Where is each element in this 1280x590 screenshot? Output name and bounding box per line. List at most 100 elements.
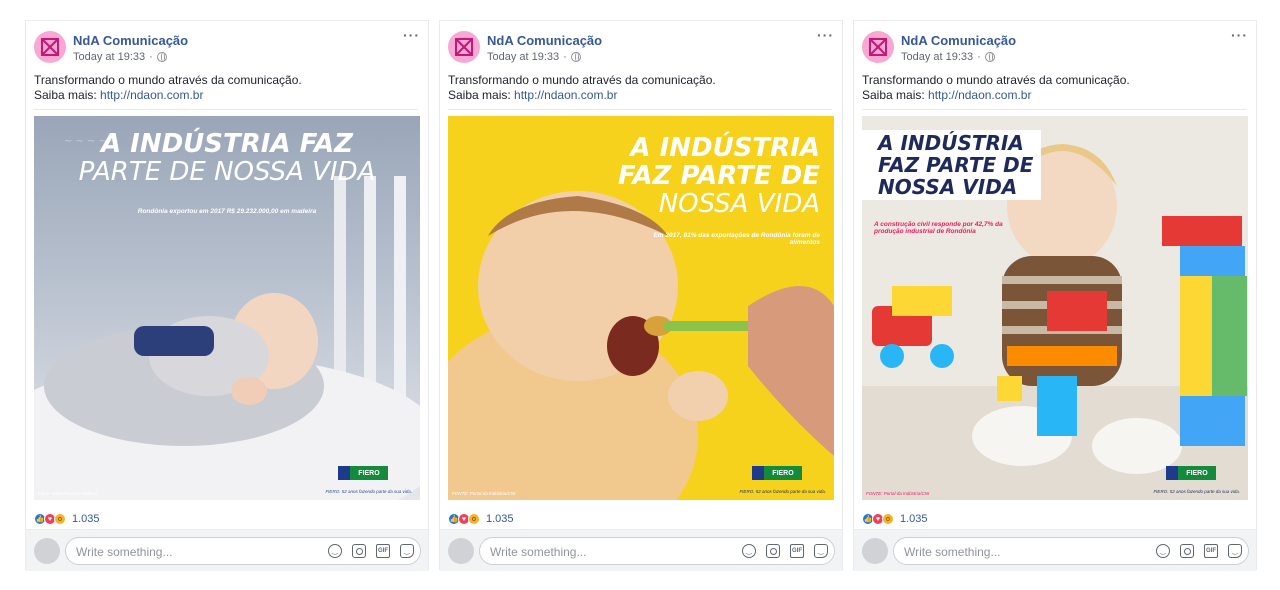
globe-icon <box>570 52 581 62</box>
post-text-line: Transformando o mundo através da comunic… <box>34 73 302 87</box>
post-text-line: Transformando o mundo através da comunic… <box>448 73 716 87</box>
comment-box[interactable]: ‿ GIF ‿ <box>65 537 421 565</box>
post-text-prefix: Saiba mais: <box>862 88 925 102</box>
post-text-prefix: Saiba mais: <box>448 88 511 102</box>
headline-line: A INDÚSTRIA <box>878 131 1024 155</box>
image-tagline: FIERO. 52 anos fazendo parte da sua vida… <box>1153 489 1240 494</box>
image-headline: A INDÚSTRIA FAZ PARTE DE NOSSA VIDA <box>34 130 420 186</box>
wow-icon: o <box>54 513 66 525</box>
camera-icon[interactable] <box>352 544 366 558</box>
user-avatar <box>34 538 60 564</box>
headline-line: PARTE DE NOSSA VIDA <box>78 157 376 187</box>
globe-icon <box>984 52 995 62</box>
post-link[interactable]: http://ndaon.com.br <box>514 88 617 102</box>
headline-line: NOSSA VIDA <box>658 189 820 219</box>
post-image[interactable]: ~ ~ ~ ~ ~ A INDÚSTRIA FAZ PARTE DE NOSSA… <box>34 116 420 500</box>
logo-label: FIERO <box>350 466 388 480</box>
post-image[interactable]: A INDÚSTRIA FAZ PARTE DE NOSSA VIDA Em 2… <box>448 116 834 500</box>
fiero-logo: FIERO <box>338 466 388 480</box>
emoji-icon[interactable]: ‿ <box>742 544 756 558</box>
page-avatar[interactable] <box>448 31 480 63</box>
reactions-bar[interactable]: 👍 ♥ o 1.035 <box>448 513 514 525</box>
divider <box>34 109 418 110</box>
post-meta: Today at 19:33 · <box>73 51 167 63</box>
camera-icon[interactable] <box>1180 544 1194 558</box>
post-text: Transformando o mundo através da comunic… <box>448 73 716 103</box>
comment-input[interactable] <box>76 545 316 559</box>
user-avatar <box>862 538 888 564</box>
page-name-link[interactable]: NdA Comunicação <box>901 33 1016 48</box>
reaction-count[interactable]: 1.035 <box>900 513 928 525</box>
page-logo-icon <box>455 38 473 56</box>
image-source: FONTE: Portal da Indústria/CNI <box>452 491 516 496</box>
post-image[interactable]: A INDÚSTRIA FAZ PARTE DE NOSSA VIDA A co… <box>862 116 1248 500</box>
post-meta: Today at 19:33 · <box>901 51 995 63</box>
page-avatar[interactable] <box>862 31 894 63</box>
reaction-count[interactable]: 1.035 <box>72 513 100 525</box>
image-tagline: FIERO. 52 anos fazendo parte da sua vida… <box>739 489 826 494</box>
image-source: Fonte: MDIC/Receita Federal <box>38 491 97 496</box>
reaction-count[interactable]: 1.035 <box>486 513 514 525</box>
sticker-icon[interactable]: ‿ <box>814 544 828 558</box>
post-timestamp[interactable]: Today at 19:33 <box>901 51 973 63</box>
post-text: Transformando o mundo através da comunic… <box>862 73 1130 103</box>
headline-line: FAZ PARTE DE <box>618 161 820 191</box>
post-card: NdA Comunicação Today at 19:33 · ··· Tra… <box>439 20 843 571</box>
headline-line: NOSSA VIDA <box>878 175 1018 199</box>
logo-label: FIERO <box>764 466 802 480</box>
image-source: FONTE: Portal da Indústria/CNI <box>866 491 930 496</box>
reactions-bar[interactable]: 👍 ♥ o 1.035 <box>862 513 928 525</box>
page-avatar[interactable] <box>34 31 66 63</box>
reactions-bar[interactable]: 👍 ♥ o 1.035 <box>34 513 100 525</box>
sticker-icon[interactable]: ‿ <box>400 544 414 558</box>
fiero-logo: FIERO <box>1166 466 1216 480</box>
post-card: NdA Comunicação Today at 19:33 · ··· Tra… <box>853 20 1257 571</box>
image-subtext: Rondônia exportou em 2017 R$ 29.232.000,… <box>137 208 317 215</box>
comment-composer: ‿ GIF ‿ <box>440 529 842 571</box>
post-timestamp[interactable]: Today at 19:33 <box>73 51 145 63</box>
emoji-icon[interactable]: ‿ <box>328 544 342 558</box>
page-logo-icon <box>869 38 887 56</box>
comment-composer: ‿ GIF ‿ <box>26 529 428 571</box>
headline-line: FAZ PARTE DE <box>878 153 1034 177</box>
image-tagline: FIERO. 52 anos fazendo parte da sua vida… <box>325 489 412 494</box>
image-subtext: A construção civil responde por 42,7% da… <box>874 221 1003 235</box>
sticker-icon[interactable]: ‿ <box>1228 544 1242 558</box>
post-meta: Today at 19:33 · <box>487 51 581 63</box>
comment-box[interactable]: ‿ GIF ‿ <box>893 537 1249 565</box>
comment-box[interactable]: ‿ GIF ‿ <box>479 537 835 565</box>
comment-composer: ‿ GIF ‿ <box>854 529 1256 571</box>
image-headline: A INDÚSTRIA FAZ PARTE DE NOSSA VIDA <box>862 130 1042 200</box>
logo-label: FIERO <box>1178 466 1216 480</box>
post-timestamp[interactable]: Today at 19:33 <box>487 51 559 63</box>
page-name-link[interactable]: NdA Comunicação <box>73 33 188 48</box>
headline-line: A INDÚSTRIA FAZ <box>100 129 353 159</box>
gif-icon[interactable]: GIF <box>376 544 390 558</box>
more-icon[interactable]: ··· <box>817 27 834 43</box>
page-name-link[interactable]: NdA Comunicação <box>487 33 602 48</box>
page-logo-icon <box>41 38 59 56</box>
comment-input[interactable] <box>490 545 730 559</box>
more-icon[interactable]: ··· <box>403 27 420 43</box>
user-avatar <box>448 538 474 564</box>
image-subtext: Em 2017, 81% das exportações de Rondônia… <box>653 232 820 246</box>
emoji-icon[interactable]: ‿ <box>1156 544 1170 558</box>
image-headline: A INDÚSTRIA FAZ PARTE DE NOSSA VIDA <box>618 134 820 218</box>
post-link[interactable]: http://ndaon.com.br <box>100 88 203 102</box>
wow-icon: o <box>468 513 480 525</box>
gif-icon[interactable]: GIF <box>1204 544 1218 558</box>
post-card: NdA Comunicação Today at 19:33 · ··· Tra… <box>25 20 429 571</box>
gif-icon[interactable]: GIF <box>790 544 804 558</box>
post-link[interactable]: http://ndaon.com.br <box>928 88 1031 102</box>
globe-icon <box>156 52 167 62</box>
post-text-line: Transformando o mundo através da comunic… <box>862 73 1130 87</box>
camera-icon[interactable] <box>766 544 780 558</box>
divider <box>862 109 1246 110</box>
comment-input[interactable] <box>904 545 1144 559</box>
post-text: Transformando o mundo através da comunic… <box>34 73 302 103</box>
post-text-prefix: Saiba mais: <box>34 88 97 102</box>
fiero-logo: FIERO <box>752 466 802 480</box>
headline-line: A INDÚSTRIA <box>630 133 820 163</box>
wow-icon: o <box>882 513 894 525</box>
more-icon[interactable]: ··· <box>1231 27 1248 43</box>
